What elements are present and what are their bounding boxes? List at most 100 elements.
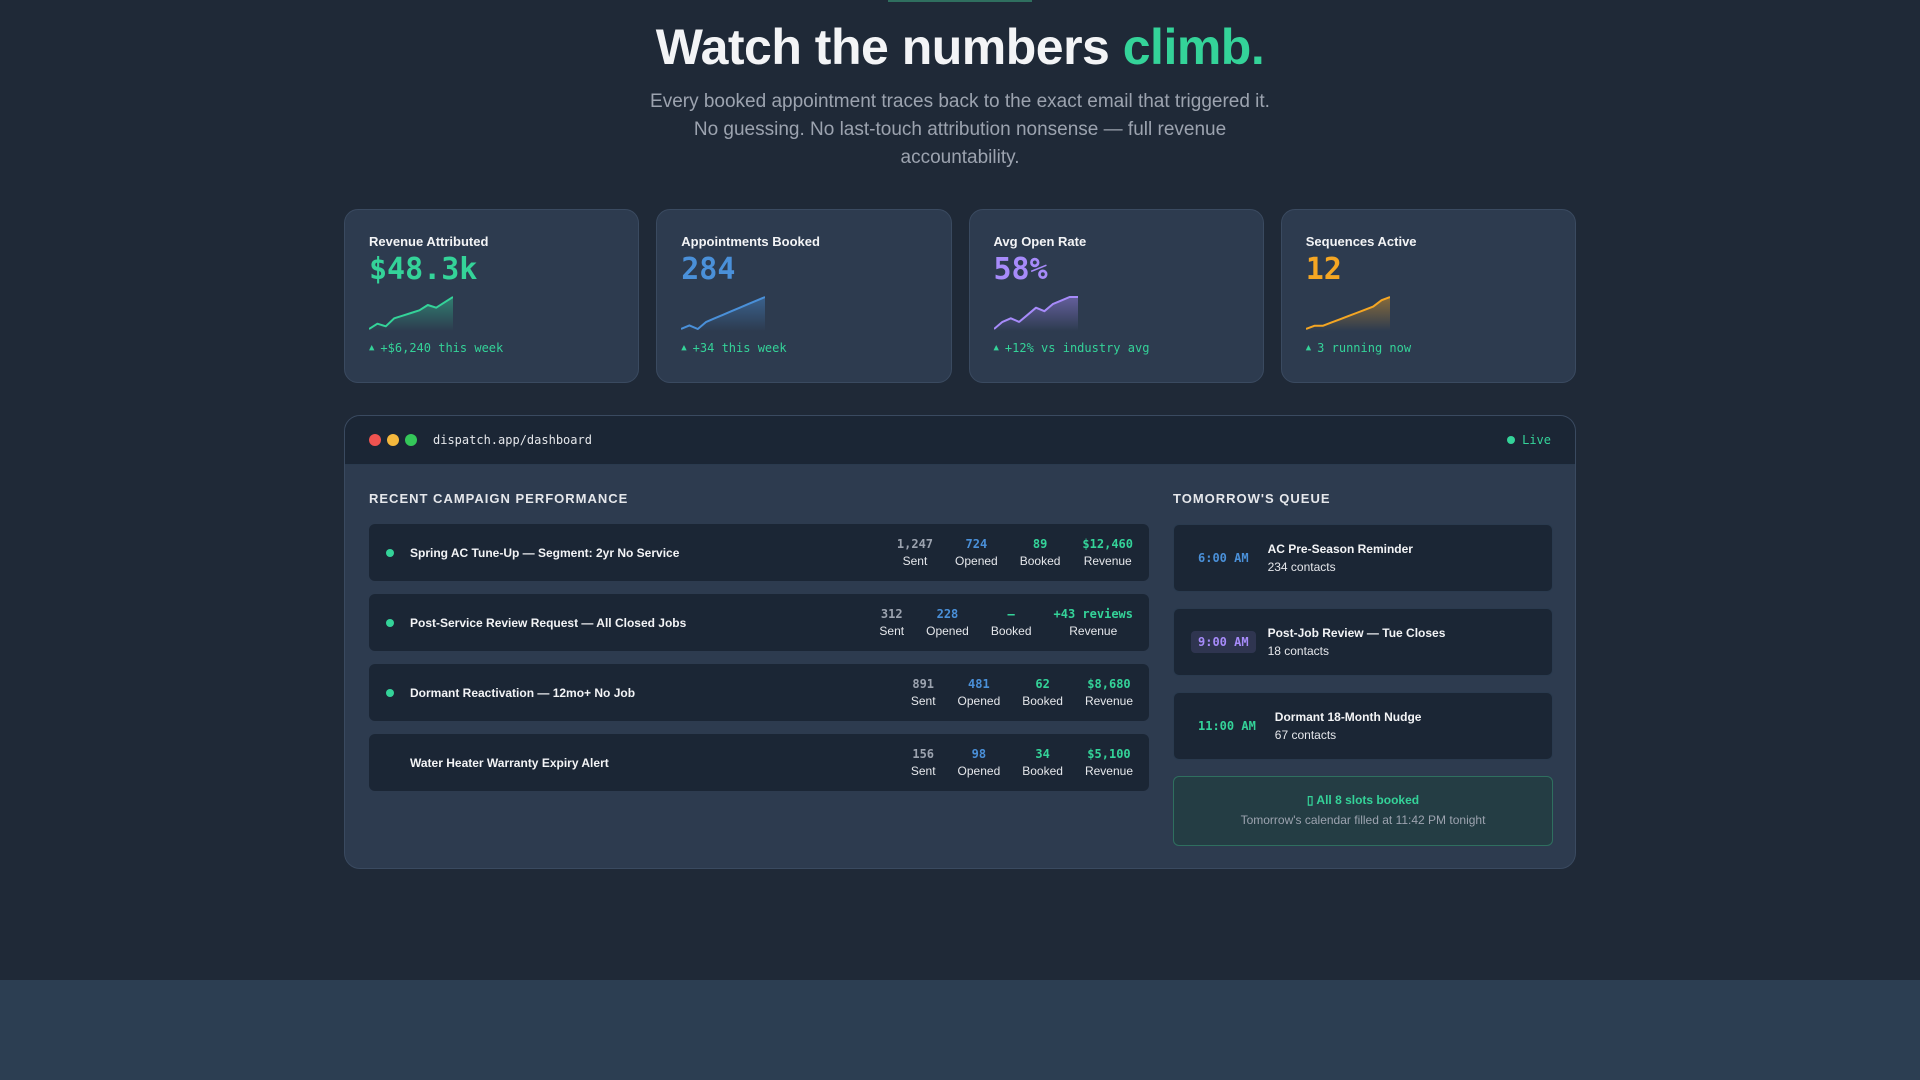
metric-value: 228 bbox=[936, 606, 959, 621]
stat-trend: ▲ +$6,240 this week bbox=[369, 341, 614, 355]
stat-trend-text: 3 running now bbox=[1317, 341, 1412, 355]
queue-item-contacts: 18 contacts bbox=[1267, 643, 1329, 658]
campaign-metrics: 156 Sent 98 Opened 34 Booked $5,100 Revenue bbox=[911, 746, 1133, 780]
stat-label: Revenue Attributed bbox=[369, 234, 489, 249]
window-titlebar: dispatch.app/dashboard Live bbox=[345, 416, 1575, 465]
campaign-performance-section: RECENT CAMPAIGN PERFORMANCE Spring AC Tu… bbox=[369, 491, 1149, 791]
stat-value: 284 bbox=[681, 252, 736, 287]
metric-value: 891 bbox=[912, 676, 935, 691]
queue-list: 6:00 AM AC Pre-Season Reminder 234 conta… bbox=[1173, 524, 1553, 760]
queue-complete-title: ▯ All 8 slots booked bbox=[1306, 793, 1420, 807]
queue-item-details: Dormant 18-Month Nudge 67 contacts bbox=[1275, 709, 1422, 744]
campaign-section-title: RECENT CAMPAIGN PERFORMANCE bbox=[369, 491, 629, 506]
metric-label: Opened bbox=[957, 693, 1001, 708]
stat-trend: ▲ +34 this week bbox=[681, 341, 926, 355]
metric-value: 481 bbox=[968, 676, 990, 691]
campaign-name: Spring AC Tune-Up — Segment: 2yr No Serv… bbox=[410, 545, 680, 560]
status-dot-icon bbox=[386, 618, 394, 627]
live-dot-icon bbox=[1507, 436, 1516, 444]
queue-item[interactable]: 6:00 AM AC Pre-Season Reminder 234 conta… bbox=[1173, 524, 1553, 592]
trend-up-icon: ▲ bbox=[993, 343, 999, 353]
campaign-metrics: 891 Sent 481 Opened 62 Booked $8,680 Revenue bbox=[911, 676, 1133, 710]
queue-item-contacts: 67 contacts bbox=[1274, 727, 1337, 742]
minimize-window-icon[interactable] bbox=[387, 434, 399, 446]
stat-card-revenue: Revenue Attributed $48.3k ▲ +$6,240 this … bbox=[344, 209, 640, 383]
metric-revenue: +43 reviews Revenue bbox=[1054, 606, 1133, 640]
metric-value: $8,680 bbox=[1087, 676, 1131, 691]
stat-trend: ▲ +12% vs industry avg bbox=[994, 341, 1239, 355]
campaign-row[interactable]: Post-Service Review Request — All Closed… bbox=[369, 594, 1149, 651]
hero-subtitle: Every booked appointment traces back to … bbox=[650, 91, 1270, 168]
metric-booked: — Booked bbox=[991, 606, 1032, 640]
metric-value: 312 bbox=[880, 606, 903, 621]
metric-label: Revenue bbox=[1084, 763, 1133, 778]
queue-item-title: Post-Job Review — Tue Closes bbox=[1267, 625, 1446, 640]
metric-value: 724 bbox=[965, 536, 988, 551]
metric-label: Booked bbox=[1022, 693, 1063, 708]
stat-card-sequences: Sequences Active 12 ▲ 3 running now bbox=[1280, 209, 1576, 383]
metric-revenue: $5,100 Revenue bbox=[1085, 746, 1133, 780]
queue-item[interactable]: 9:00 AM Post-Job Review — Tue Closes 18 … bbox=[1173, 608, 1553, 676]
metric-revenue: $8,680 Revenue bbox=[1085, 676, 1133, 710]
campaign-name: Water Heater Warranty Expiry Alert bbox=[410, 755, 609, 770]
stat-card-appointments: Appointments Booked 284 ▲ +34 this week bbox=[656, 209, 952, 383]
hero-accent-line bbox=[888, 0, 1032, 2]
queue-item[interactable]: 11:00 AM Dormant 18-Month Nudge 67 conta… bbox=[1173, 692, 1553, 760]
campaign-metrics: 312 Sent 228 Opened — Booked +43 reviews Rev… bbox=[879, 606, 1133, 640]
stat-trend-text: +12% vs industry avg bbox=[1004, 341, 1150, 355]
campaign-metrics: 1,247 Sent 724 Opened 89 Booked $12,460 Reve… bbox=[897, 536, 1133, 570]
metric-label: Booked bbox=[990, 623, 1032, 638]
page: Watch the numbers climb. Every booked ap… bbox=[0, 0, 1920, 1080]
metric-value: $12,460 bbox=[1082, 536, 1133, 551]
campaign-list: Spring AC Tune-Up — Segment: 2yr No Serv… bbox=[369, 524, 1149, 791]
metric-label: Booked bbox=[1019, 553, 1061, 568]
metric-value: 89 bbox=[1032, 536, 1048, 551]
metric-opened: 724 Opened bbox=[955, 536, 998, 570]
metric-booked: 34 Booked bbox=[1022, 746, 1063, 780]
metric-label: Sent bbox=[910, 693, 936, 708]
window-url: dispatch.app/dashboard bbox=[433, 433, 592, 447]
stats-row: Revenue Attributed $48.3k ▲ +$6,240 this … bbox=[344, 209, 1576, 383]
metric-opened: 98 Opened bbox=[958, 746, 1001, 780]
stat-trend-text: +34 this week bbox=[692, 341, 787, 355]
close-window-icon[interactable] bbox=[369, 434, 381, 446]
campaign-row[interactable]: Water Heater Warranty Expiry Alert 156 Se… bbox=[369, 734, 1149, 791]
metric-value: 156 bbox=[912, 746, 935, 761]
metric-value: 62 bbox=[1035, 676, 1050, 691]
queue-item-contacts: 234 contacts bbox=[1267, 559, 1336, 574]
queue-item-title: Dormant 18-Month Nudge bbox=[1274, 709, 1422, 724]
metric-booked: 89 Booked bbox=[1020, 536, 1061, 570]
queue-item-details: AC Pre-Season Reminder 234 contacts bbox=[1268, 541, 1413, 576]
metric-label: Revenue bbox=[1084, 693, 1133, 708]
status-dot-icon bbox=[386, 759, 394, 767]
stat-trend-text: +$6,240 this week bbox=[380, 341, 504, 355]
trend-up-icon: ▲ bbox=[369, 343, 375, 353]
campaign-row[interactable]: Dormant Reactivation — 12mo+ No Job 891 S… bbox=[369, 664, 1149, 721]
live-label: Live bbox=[1522, 433, 1551, 447]
metric-label: Sent bbox=[879, 623, 905, 638]
sparkline-area bbox=[993, 297, 1078, 331]
metric-value: 34 bbox=[1035, 746, 1050, 761]
sparkline-chart bbox=[369, 296, 453, 331]
queue-time: 9:00 AM bbox=[1191, 631, 1256, 653]
campaign-row[interactable]: Spring AC Tune-Up — Segment: 2yr No Serv… bbox=[369, 524, 1149, 581]
metric-label: Sent bbox=[902, 553, 928, 568]
queue-complete-subtitle: Tomorrow's calendar filled at 11:42 PM t… bbox=[1240, 813, 1486, 827]
metric-revenue: $12,460 Revenue bbox=[1082, 536, 1133, 570]
stat-label: Appointments Booked bbox=[681, 234, 820, 249]
trend-up-icon: ▲ bbox=[1305, 343, 1312, 353]
hero-title-main: Watch the numbers bbox=[655, 19, 1123, 75]
bottom-band bbox=[0, 980, 1920, 1080]
metric-label: Revenue bbox=[1069, 623, 1118, 638]
live-indicator: Live bbox=[1507, 433, 1551, 447]
metric-value: — bbox=[1007, 606, 1015, 621]
sparkline-chart bbox=[1305, 296, 1390, 331]
stat-label: Avg Open Rate bbox=[993, 234, 1087, 249]
queue-item-title: AC Pre-Season Reminder bbox=[1267, 541, 1413, 556]
maximize-window-icon[interactable] bbox=[405, 434, 417, 446]
metric-label: Sent bbox=[910, 763, 936, 778]
status-dot-icon bbox=[386, 688, 394, 697]
metric-value: $5,100 bbox=[1087, 746, 1131, 761]
queue-item-details: Post-Job Review — Tue Closes 18 contacts bbox=[1268, 625, 1446, 660]
metric-sent: 891 Sent bbox=[911, 676, 936, 710]
